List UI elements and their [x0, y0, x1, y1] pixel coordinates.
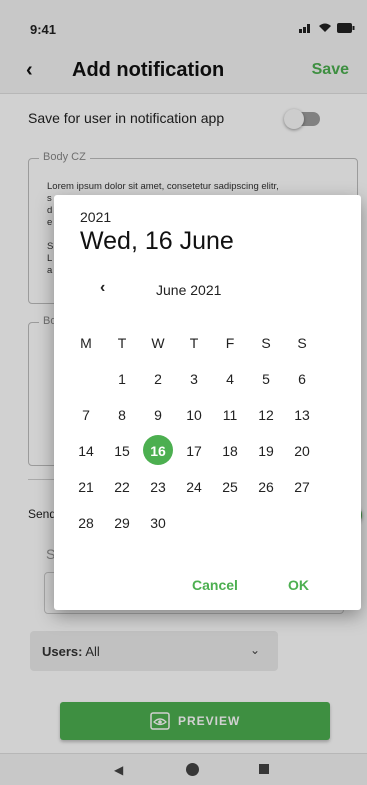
day-cell[interactable]: 2	[140, 361, 176, 397]
day-cell[interactable]: 8	[104, 397, 140, 433]
day-cell[interactable]: 6	[284, 361, 320, 397]
day-cell[interactable]: 15	[104, 433, 140, 469]
day-cell[interactable]: 28	[68, 505, 104, 541]
day-cell[interactable]: 18	[212, 433, 248, 469]
day-cell[interactable]: 10	[176, 397, 212, 433]
week-row: 28 29 30	[68, 505, 328, 541]
weekday-label: F	[225, 335, 235, 351]
day-cell[interactable]: 29	[104, 505, 140, 541]
prev-month-button[interactable]: ‹	[100, 279, 105, 297]
day-cell[interactable]: 5	[248, 361, 284, 397]
day-cell[interactable]: 12	[248, 397, 284, 433]
month-label: June 2021	[156, 282, 222, 298]
day-cell[interactable]: 4	[212, 361, 248, 397]
day-cell[interactable]: 21	[68, 469, 104, 505]
day-cell[interactable]: 23	[140, 469, 176, 505]
day-cell[interactable]: 13	[284, 397, 320, 433]
selected-day-cell[interactable]: 16	[140, 433, 176, 469]
weekday-label: W	[151, 335, 165, 351]
weekday-label: S	[261, 335, 271, 351]
day-cell[interactable]: 7	[68, 397, 104, 433]
weekday-label: S	[297, 335, 307, 351]
day-cell[interactable]: 27	[284, 469, 320, 505]
cancel-button[interactable]: Cancel	[192, 577, 238, 593]
week-row: 21 22 23 24 25 26 27	[68, 469, 328, 505]
day-cell[interactable]: 24	[176, 469, 212, 505]
weekday-label: T	[189, 335, 199, 351]
weekday-label: T	[117, 335, 127, 351]
date-picker-dialog: 2021 Wed, 16 June ‹ June 2021 MTWTFSS123…	[54, 195, 361, 610]
day-cell[interactable]: 22	[104, 469, 140, 505]
picker-selected-date: Wed, 16 June	[80, 227, 234, 255]
day-cell[interactable]: 14	[68, 433, 104, 469]
day-cell[interactable]: 20	[284, 433, 320, 469]
day-cell[interactable]: 19	[248, 433, 284, 469]
day-cell[interactable]: 3	[176, 361, 212, 397]
week-row: 123456	[68, 361, 328, 397]
day-cell[interactable]: 26	[248, 469, 284, 505]
day-cell[interactable]: 9	[140, 397, 176, 433]
day-cell[interactable]: 30	[140, 505, 176, 541]
day-cell[interactable]: 11	[212, 397, 248, 433]
week-row: 14 15 16 17 18 19 20	[68, 433, 328, 469]
weekday-header-row: MTWTFSS	[68, 325, 328, 361]
ok-button[interactable]: OK	[288, 577, 309, 593]
weekday-label: M	[80, 335, 92, 351]
day-cell[interactable]: 17	[176, 433, 212, 469]
picker-year[interactable]: 2021	[80, 209, 111, 225]
week-row: 7 8 9 10 11 12 13	[68, 397, 328, 433]
day-cell[interactable]: 1	[104, 361, 140, 397]
day-cell[interactable]: 25	[212, 469, 248, 505]
